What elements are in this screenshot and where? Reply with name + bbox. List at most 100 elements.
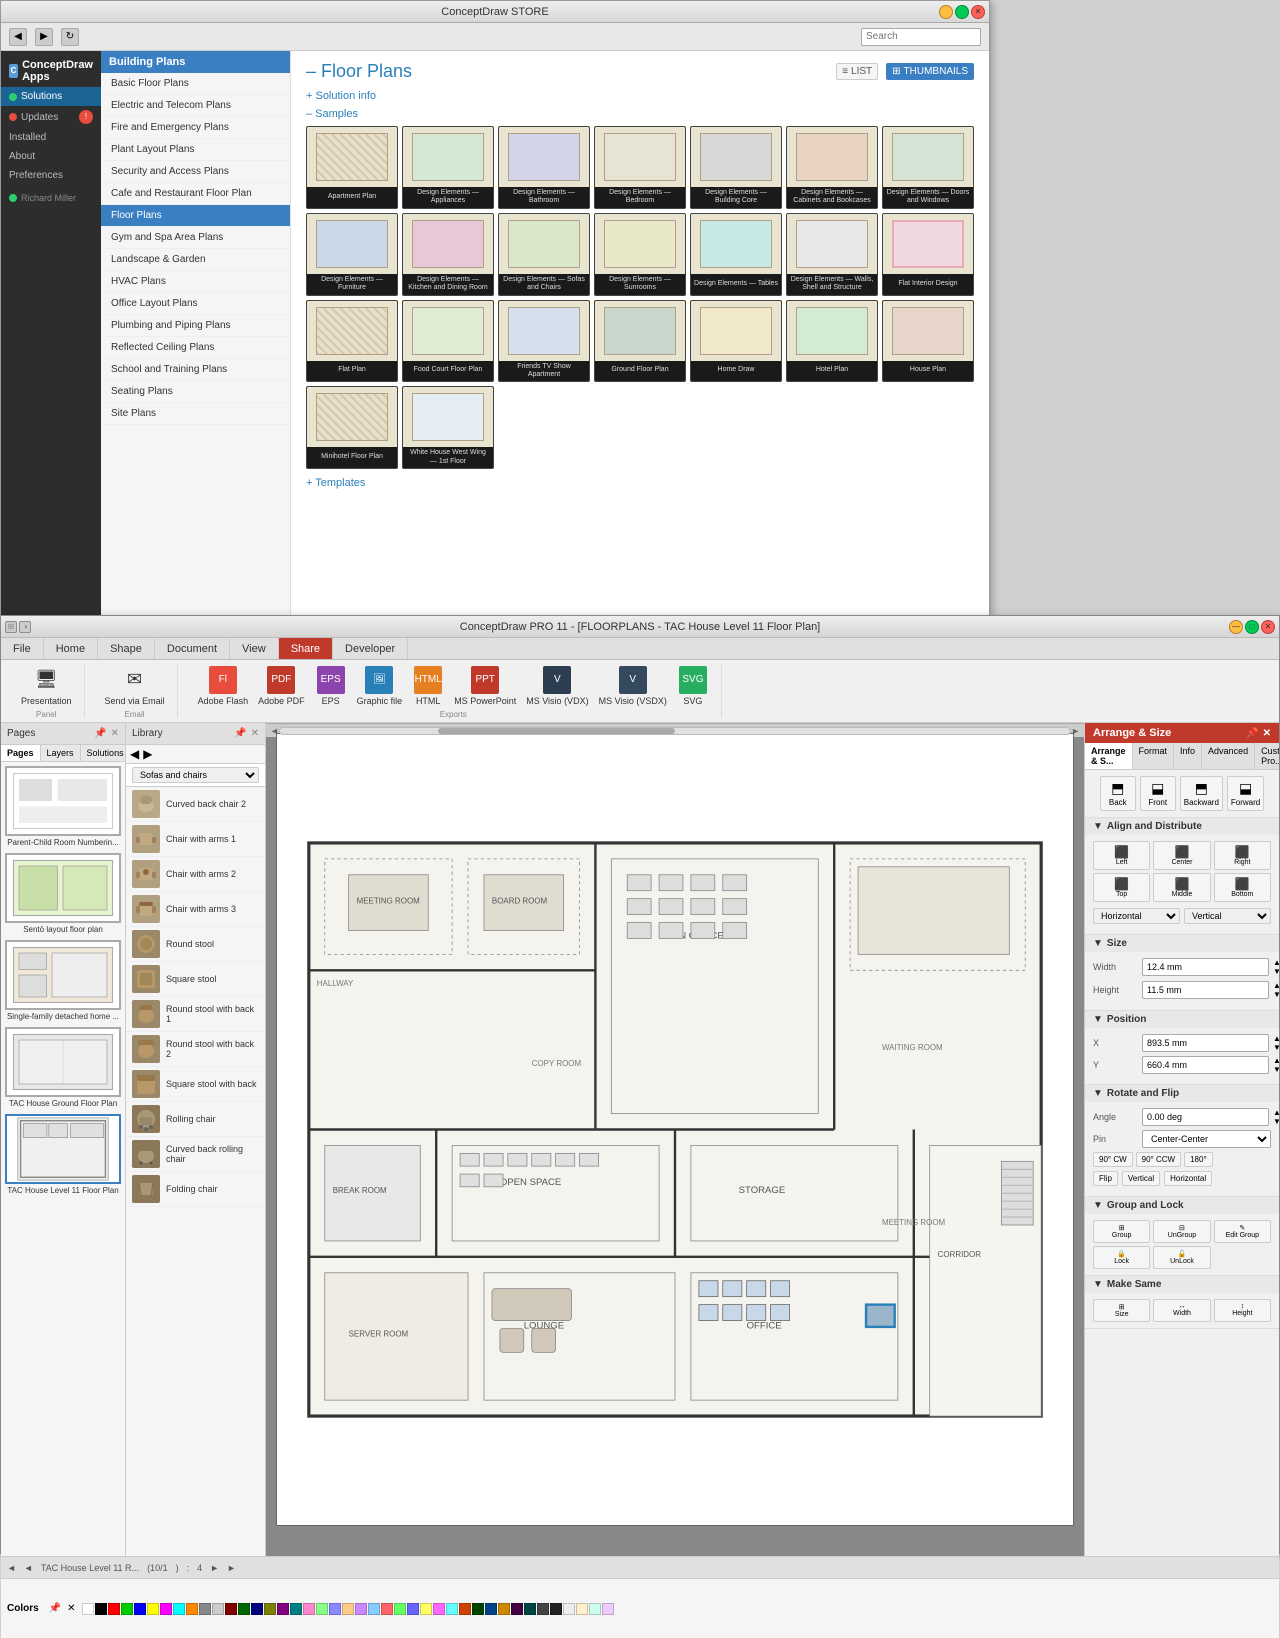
rotate-section-header[interactable]: ▼ Rotate and Flip [1085, 1085, 1279, 1102]
swatch-yellow[interactable] [147, 1603, 159, 1615]
swatch-forest[interactable] [472, 1603, 484, 1615]
flip-button[interactable]: Flip [1093, 1171, 1118, 1186]
statusbar-nav-right[interactable]: ► [210, 1563, 219, 1573]
swatch-bright-green[interactable] [394, 1603, 406, 1615]
ribbon-tab-file[interactable]: File [1, 638, 44, 659]
arrange-tab-format[interactable]: Format [1133, 743, 1175, 769]
thumb-hotel-plan[interactable]: Hotel Plan [786, 300, 878, 383]
thumb-doors-windows[interactable]: Design Elements — Doors and Windows [882, 126, 974, 209]
swatch-medium-blue[interactable] [407, 1603, 419, 1615]
pro-maximize[interactable]: □ [1245, 620, 1259, 634]
nav-item-hvac[interactable]: HVAC Plans [101, 271, 290, 293]
ungroup-button[interactable]: ⊟ UnGroup [1153, 1220, 1210, 1243]
lib-item-folding-chair[interactable]: Folding chair [126, 1172, 265, 1207]
thumb-furniture[interactable]: Design Elements — Furniture [306, 213, 398, 296]
ribbon-tab-view[interactable]: View [230, 638, 279, 659]
pages-tab-pages[interactable]: Pages [1, 745, 41, 761]
arrange-close-icon[interactable]: ✕ [1263, 728, 1271, 739]
ribbon-tab-shape[interactable]: Shape [98, 638, 155, 659]
pin-select[interactable]: Center-Center Top-Left Top-Right Bottom-… [1142, 1130, 1271, 1148]
swatch-navy-blue[interactable] [485, 1603, 497, 1615]
nav-item-seating[interactable]: Seating Plans [101, 381, 290, 403]
x-input[interactable] [1142, 1034, 1269, 1052]
rotate-180-button[interactable]: 180° [1184, 1152, 1213, 1167]
width-up-arrow[interactable]: ▲ [1273, 959, 1279, 967]
thumb-white-house[interactable]: White House West Wing — 1st Floor [402, 386, 494, 469]
search-input[interactable] [861, 28, 981, 46]
swatch-light-green[interactable] [316, 1603, 328, 1615]
make-same-height-button[interactable]: ↕ Height [1214, 1299, 1271, 1322]
ribbon-tab-share[interactable]: Share [279, 638, 333, 659]
ribbon-btn-ms-visio-vsdx[interactable]: V MS Visio (VSDX) [595, 664, 671, 708]
arrange-pin-icon[interactable]: 📌 [1246, 728, 1258, 739]
list-view-button[interactable]: ≡ LIST [836, 63, 878, 80]
pro-extra-btn2[interactable]: ◑ [19, 621, 31, 633]
height-input[interactable] [1142, 981, 1269, 999]
y-input[interactable] [1142, 1056, 1269, 1074]
align-btn-top[interactable]: ⬛ Top [1093, 873, 1150, 902]
pages-tab-solutions[interactable]: Solutions [81, 745, 131, 761]
thumb-appliances[interactable]: Design Elements — Appliances [402, 126, 494, 209]
order-btn-backward[interactable]: ⬒ Backward [1180, 776, 1223, 811]
swatch-dark-purple[interactable] [511, 1603, 523, 1615]
lib-item-chair-with-arms-3[interactable]: Chair with arms 3 [126, 892, 265, 927]
swatch-gold[interactable] [498, 1603, 510, 1615]
thumbnails-view-button[interactable]: ⊞ THUMBNAILS [886, 63, 974, 80]
swatch-dark-gray[interactable] [537, 1603, 549, 1615]
ribbon-btn-ms-powerpoint[interactable]: PPT MS PowerPoint [450, 664, 520, 708]
pro-close[interactable]: ✕ [1261, 620, 1275, 634]
nav-item-cafe[interactable]: Cafe and Restaurant Floor Plan [101, 183, 290, 205]
arrange-tab-arrange[interactable]: Arrange & S... [1085, 743, 1133, 769]
swatch-light-red[interactable] [381, 1603, 393, 1615]
page-thumb-2[interactable]: Sentō layout floor plan [5, 853, 121, 934]
angle-input[interactable] [1142, 1108, 1269, 1126]
thumb-friends-tv[interactable]: Friends TV Show Apartment [498, 300, 590, 383]
swatch-peach[interactable] [342, 1603, 354, 1615]
minimize-button[interactable] [939, 5, 953, 19]
back-button[interactable]: ◀ [9, 28, 27, 46]
thumb-home-draw[interactable]: Home Draw [690, 300, 782, 383]
swatch-cyan[interactable] [173, 1603, 185, 1615]
height-up-arrow[interactable]: ▲ [1273, 982, 1279, 990]
thumb-bedroom[interactable]: Design Elements — Bedroom [594, 126, 686, 209]
ribbon-btn-html[interactable]: HTML HTML [408, 664, 448, 708]
ribbon-btn-presentation[interactable]: 🖥 Presentation [17, 664, 76, 708]
library-dropdown[interactable]: Sofas and chairs Tables Beds [132, 767, 259, 783]
nav-item-security[interactable]: Security and Access Plans [101, 161, 290, 183]
swatch-white[interactable] [82, 1603, 94, 1615]
maximize-button[interactable] [955, 5, 969, 19]
rotate-90cw-button[interactable]: 90° CW [1093, 1152, 1133, 1167]
align-btn-middle[interactable]: ⬛ Middle [1153, 873, 1210, 902]
ribbon-btn-adobe-pdf[interactable]: PDF Adobe PDF [254, 664, 309, 708]
swatch-lilac[interactable] [602, 1603, 614, 1615]
thumb-flat-plan[interactable]: Flat Plan [306, 300, 398, 383]
thumb-flat-interior[interactable]: Flat Interior Design [882, 213, 974, 296]
thumb-food-court[interactable]: Food Court Floor Plan [402, 300, 494, 383]
thumb-minihotel[interactable]: Minihotel Floor Plan [306, 386, 398, 469]
ribbon-tab-home[interactable]: Home [44, 638, 98, 659]
edit-group-button[interactable]: ✎ Edit Group [1214, 1220, 1271, 1243]
lib-item-round-stool[interactable]: Round stool [126, 927, 265, 962]
nav-item-plumbing[interactable]: Plumbing and Piping Plans [101, 315, 290, 337]
forward-button[interactable]: ▶ [35, 28, 53, 46]
make-same-size-button[interactable]: ⊞ Size [1093, 1299, 1150, 1322]
sidebar-item-about[interactable]: About [1, 147, 101, 166]
thumb-apartment-plan[interactable]: Apartment Plan [306, 126, 398, 209]
ribbon-btn-ms-visio-vdx[interactable]: V MS Visio (VDX) [522, 664, 592, 708]
align-btn-right[interactable]: ⬛ Right [1214, 841, 1271, 870]
make-same-section-header[interactable]: ▼ Make Same [1085, 1276, 1279, 1293]
swatch-dark-green[interactable] [238, 1603, 250, 1615]
ribbon-btn-send-email[interactable]: ✉ Send via Email [101, 664, 169, 708]
y-down-arrow[interactable]: ▼ [1273, 1066, 1279, 1074]
lib-item-chair-with-arms-2[interactable]: Chair with arms 2 [126, 857, 265, 892]
pages-tab-layers[interactable]: Layers [41, 745, 81, 761]
sidebar-item-updates[interactable]: Updates ! [1, 106, 101, 128]
swatch-lavender[interactable] [355, 1603, 367, 1615]
sidebar-item-preferences[interactable]: Preferences [1, 166, 101, 185]
thumb-tables[interactable]: Design Elements — Tables [690, 213, 782, 296]
swatch-black[interactable] [95, 1603, 107, 1615]
flip-horizontal-button[interactable]: Horizontal [1164, 1171, 1212, 1186]
y-up-arrow[interactable]: ▲ [1273, 1057, 1279, 1065]
height-down-arrow[interactable]: ▼ [1273, 991, 1279, 999]
nav-item-school[interactable]: School and Training Plans [101, 359, 290, 381]
